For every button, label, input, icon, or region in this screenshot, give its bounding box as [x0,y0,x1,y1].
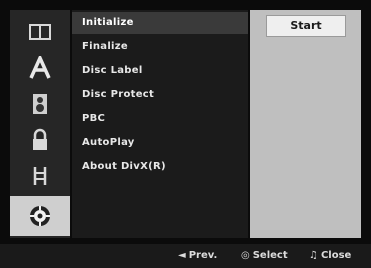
menu-item-label: Finalize [82,41,128,52]
select-label: Select [252,250,288,261]
select-icon: ◎ [241,250,250,261]
close-hint: ♫ Close [309,249,351,263]
option-panel: Start [250,10,361,238]
speaker-icon[interactable] [10,86,70,122]
return-icon: ♫ [309,250,318,261]
select-hint: ◎ Select [241,249,288,263]
lock-icon[interactable] [10,122,70,158]
category-icon-bar [10,10,70,238]
menu-item-label: Initialize [82,17,134,28]
close-label: Close [320,250,352,261]
menu-item-label: Disc Label [82,65,143,76]
start-button[interactable]: Start [266,15,346,37]
menu-item-label: About DivX(R) [82,161,166,172]
film-reel-icon[interactable] [10,158,70,194]
disc-menu: Initialize Finalize Disc Label Disc Prot… [72,10,248,238]
setup-screen: Initialize Finalize Disc Label Disc Prot… [0,0,371,268]
menu-item-disc-label[interactable]: Disc Label [72,60,248,82]
menu-item-disc-protect[interactable]: Disc Protect [72,84,248,106]
bottom-hint-bar: ◄ Prev. ◎ Select ♫ Close [0,244,371,268]
left-arrow-icon: ◄ [178,250,186,261]
menu-item-label: PBC [82,113,106,124]
prev-hint: ◄ Prev. [178,249,217,263]
menu-item-autoplay[interactable]: AutoPlay [72,132,248,154]
book-icon[interactable] [10,14,70,50]
menu-item-finalize[interactable]: Finalize [72,36,248,58]
menu-item-pbc[interactable]: PBC [72,108,248,130]
disc-settings-icon[interactable] [10,196,70,236]
prev-label: Prev. [188,250,218,261]
menu-item-about-divx[interactable]: About DivX(R) [72,156,248,178]
language-a-icon[interactable] [10,50,70,86]
menu-item-initialize[interactable]: Initialize [72,12,248,34]
menu-item-label: Disc Protect [82,89,155,100]
menu-item-label: AutoPlay [82,137,135,148]
